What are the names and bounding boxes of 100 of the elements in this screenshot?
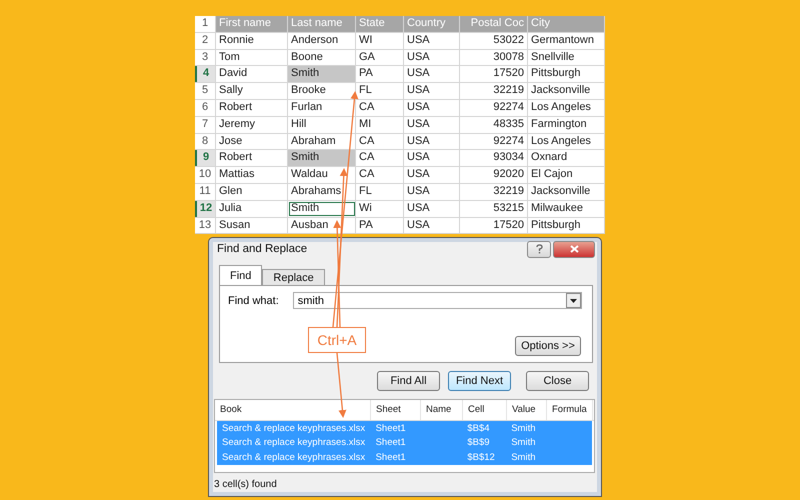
table-cell: Oxnard xyxy=(528,150,605,166)
row-number: 13 xyxy=(195,218,216,234)
table-cell: Smith xyxy=(288,150,356,166)
status-text: 3 cell(s) found xyxy=(214,479,278,490)
table-cell: 92274 xyxy=(460,100,528,116)
table-cell: 32219 xyxy=(460,83,528,99)
column-header[interactable]: Formula xyxy=(547,400,593,420)
table-cell: Abraham xyxy=(288,134,356,150)
table-cell: 17520 xyxy=(460,218,528,234)
table-cell: Sally xyxy=(216,83,288,99)
table-cell: 17520 xyxy=(460,66,528,82)
dialog-button[interactable]: Find Next xyxy=(448,371,511,391)
options-button[interactable]: Options >> xyxy=(515,336,581,356)
table-cell: PA xyxy=(356,218,404,234)
column-header[interactable]: Book xyxy=(215,400,371,420)
table-cell: USA xyxy=(404,83,460,99)
table-cell: Waldau xyxy=(288,167,356,183)
result-cell-text: Sheet1 xyxy=(374,437,407,448)
window-title: Find and Replace xyxy=(217,243,308,255)
column-header[interactable]: Name xyxy=(421,400,463,420)
table-cell: Robert xyxy=(216,100,288,116)
table-cell: Smith xyxy=(288,66,356,82)
result-cell-text: $B$4 xyxy=(466,422,491,434)
table-cell: USA xyxy=(404,200,460,217)
table-cell: CA xyxy=(356,167,404,183)
table-cell: Jose xyxy=(216,134,288,150)
help-icon xyxy=(536,244,542,254)
column-header: Country xyxy=(404,16,460,32)
table-cell: 92020 xyxy=(460,167,528,183)
table-cell: WI xyxy=(356,32,404,49)
table-cell: Ausban xyxy=(288,218,356,234)
table-cell: USA xyxy=(404,134,460,150)
table-cell: Los Angeles xyxy=(528,100,605,116)
table-cell: USA xyxy=(404,167,460,183)
column-header[interactable]: Sheet xyxy=(371,400,421,420)
table-cell: Germantown xyxy=(528,32,605,49)
result-cell-text: Search & replace keyphrases.xlsx xyxy=(221,422,366,434)
table-cell: Brooke xyxy=(288,83,356,99)
table-cell: Milwaukee xyxy=(528,200,605,217)
result-cell-text: Smith xyxy=(510,452,537,463)
find-what-field[interactable]: smith xyxy=(292,292,582,309)
column-header: State xyxy=(356,16,404,32)
field-label: Find what: xyxy=(228,294,279,306)
result-cell-text: Sheet1 xyxy=(374,422,407,434)
result-cell-text: Smith xyxy=(510,422,537,434)
table-cell: Ronnie xyxy=(216,32,288,49)
table-cell: PA xyxy=(356,66,404,82)
table-cell: Boone xyxy=(288,50,356,66)
table-cell: 53022 xyxy=(460,32,528,49)
table-cell: CA xyxy=(356,134,404,150)
table-cell: Pittsburgh xyxy=(528,218,605,234)
result-cell-text: Smith xyxy=(510,437,537,448)
table-cell: USA xyxy=(404,184,460,200)
column-header[interactable]: Cell xyxy=(463,400,507,420)
table-cell: Snellville xyxy=(528,50,605,66)
table-cell: Mattias xyxy=(216,167,288,183)
close-button[interactable] xyxy=(553,240,595,258)
dropdown-button[interactable] xyxy=(566,293,581,308)
table-cell: Furlan xyxy=(288,100,356,116)
column-header[interactable]: Value xyxy=(507,400,547,420)
annotation-arrow xyxy=(336,352,346,418)
row-number: 9 xyxy=(195,150,216,166)
table-cell: El Cajon xyxy=(528,167,605,183)
table-cell: MI xyxy=(356,116,404,133)
column-header: Postal Coc xyxy=(460,16,528,32)
table-cell: Farmington xyxy=(528,116,605,133)
table-cell: Wi xyxy=(356,200,404,217)
table-cell: Hill xyxy=(288,116,356,133)
table-cell: USA xyxy=(404,32,460,49)
table-cell: 48335 xyxy=(460,116,528,133)
caret-icon xyxy=(570,298,577,302)
table-cell: Jacksonville xyxy=(528,184,605,200)
table-cell: Julia xyxy=(216,200,288,217)
table-cell: 53215 xyxy=(460,200,528,217)
help-button[interactable] xyxy=(527,240,551,258)
table-cell: Pittsburgh xyxy=(528,66,605,82)
row-number: 12 xyxy=(195,200,216,217)
table-cell: 32219 xyxy=(460,184,528,200)
result-cell-text: Search & replace keyphrases.xlsx xyxy=(221,452,366,463)
tab[interactable]: Replace xyxy=(262,269,325,285)
table-cell: FL xyxy=(356,83,404,99)
result-cell-text: Sheet1 xyxy=(374,452,407,463)
table-cell: GA xyxy=(356,50,404,66)
table-cell: Glen xyxy=(216,184,288,200)
table-cell: Susan xyxy=(216,218,288,234)
dialog-button[interactable]: Close xyxy=(526,371,589,391)
table-cell: FL xyxy=(356,184,404,200)
table-cell: Jacksonville xyxy=(528,83,605,99)
row-number: 4 xyxy=(195,66,216,82)
table-cell: Smith xyxy=(288,200,356,217)
result-cell-text: Search & replace keyphrases.xlsx xyxy=(221,437,366,448)
result-cell-text: $B$9 xyxy=(466,437,491,448)
table-cell: USA xyxy=(404,100,460,116)
column-header: City xyxy=(528,16,605,32)
table-cell: USA xyxy=(404,50,460,66)
dialog-button[interactable]: Find All xyxy=(377,371,440,391)
table-cell: 30078 xyxy=(460,50,528,66)
table-cell: Los Angeles xyxy=(528,134,605,150)
table-cell: USA xyxy=(404,116,460,133)
tab[interactable]: Find xyxy=(219,265,262,285)
